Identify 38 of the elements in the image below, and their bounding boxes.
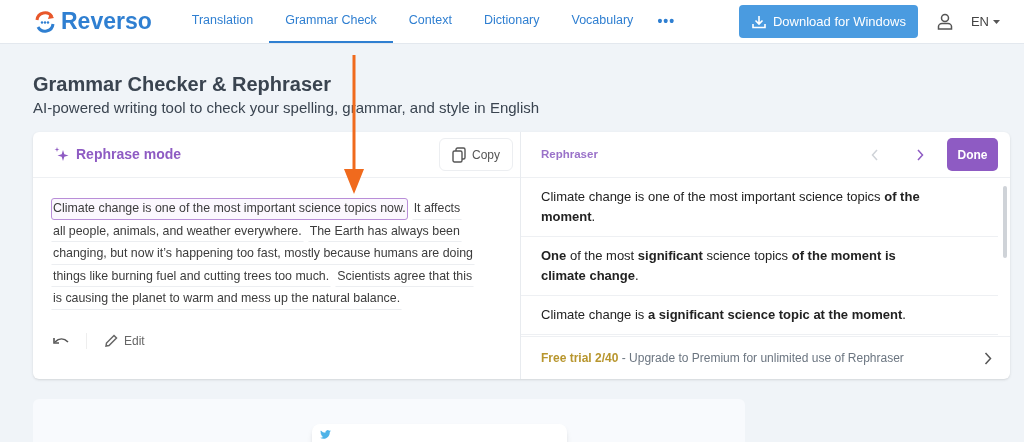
download-icon xyxy=(751,13,767,30)
rephrase-suggestion[interactable]: Climate change is one of the most important science topics of the moment. xyxy=(521,178,998,237)
copy-icon xyxy=(452,146,466,163)
rephrase-suggestion[interactable]: One of the most significant science topics of the moment is climate change. xyxy=(521,237,998,296)
sentence-segment[interactable]: all people, animals, and weather everywhere. xyxy=(51,220,304,242)
rephraser-label: Rephraser xyxy=(541,146,598,162)
nav-link[interactable]: Dictionary xyxy=(467,0,556,43)
nav-link[interactable]: Grammar Check xyxy=(269,0,393,43)
copy-button[interactable]: Copy xyxy=(439,138,513,171)
nav-link[interactable]: Translation xyxy=(175,0,270,43)
logo-icon xyxy=(33,9,57,34)
bird-icon xyxy=(319,430,331,439)
sentence-segment[interactable]: The Earth has always been xyxy=(307,220,462,242)
nav-link[interactable]: Vocabulary xyxy=(555,0,650,43)
done-button[interactable]: Done xyxy=(947,138,998,171)
edit-button[interactable]: Edit xyxy=(104,332,145,350)
sentence-segment[interactable]: Climate change is one of the most important science topics now. xyxy=(51,198,408,220)
sentence-segment[interactable]: is causing the planet to warm and mess up the natural balance. xyxy=(51,288,403,310)
logo-text[interactable]: Reverso xyxy=(61,4,152,39)
pencil-icon xyxy=(104,334,118,348)
caret-icon xyxy=(993,19,1000,24)
rephrase-mode-label: Rephrase mode xyxy=(76,145,182,164)
undo-icon[interactable] xyxy=(53,336,69,346)
next-icon[interactable] xyxy=(916,148,924,161)
more-menu[interactable]: ••• xyxy=(657,11,676,32)
user-icon[interactable] xyxy=(936,13,953,30)
trial-banner[interactable]: Free trial 2/40 - Upgrade to Premium for unlimited use of Rephraser xyxy=(521,336,1010,379)
trial-message: Free trial 2/40 - Upgrade to Premium for unlimited use of Rephraser xyxy=(541,350,904,367)
sentence-segment[interactable]: things like burning fuel and cutting trees too much. xyxy=(51,265,332,287)
sentence-segment[interactable]: It affects xyxy=(411,198,463,220)
nav-link[interactable]: Context xyxy=(392,0,468,43)
chevron-right-icon xyxy=(984,351,992,365)
sentence-segment[interactable]: changing, but now it’s happening too fast, mostly because humans are doing xyxy=(51,243,475,265)
sentence-segment[interactable]: Scientists agree that this xyxy=(335,265,475,287)
rephrase-suggestion[interactable]: Climate change is a significant science topic at the moment. xyxy=(521,296,998,335)
page-title: Grammar Checker & Rephraser xyxy=(33,72,332,96)
language-selector[interactable]: EN xyxy=(970,11,1000,32)
scrollbar xyxy=(1003,186,1007,258)
